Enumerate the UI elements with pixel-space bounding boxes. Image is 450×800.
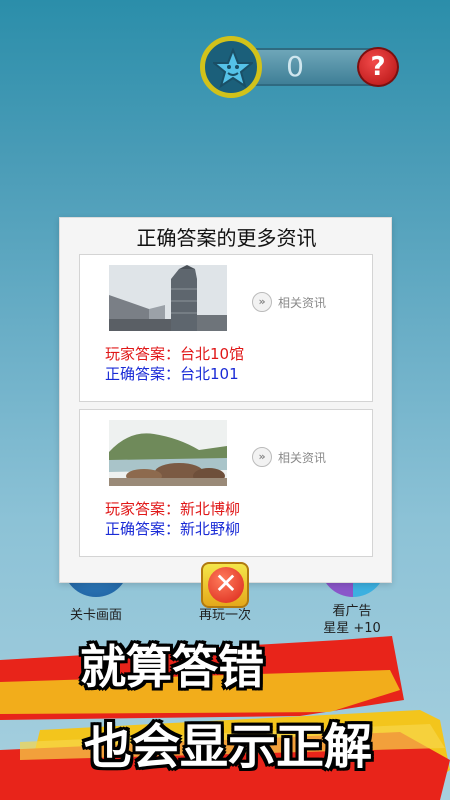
close-icon: ✕ (208, 567, 244, 603)
star-icon (213, 48, 253, 88)
star-count: 0 (286, 50, 304, 83)
double-chevron-icon: » (252, 292, 272, 312)
correct-answer: 正确答案：台北101 (105, 365, 239, 383)
answer-card: » 相关资讯 玩家答案：新北博柳 正确答案：新北野柳 (79, 409, 373, 557)
double-chevron-icon: » (252, 447, 272, 467)
related-info-link[interactable]: » 相关资讯 (252, 447, 326, 467)
help-button[interactable]: ? (357, 47, 399, 87)
promo-line-1: 就算答错 (80, 640, 264, 694)
player-answer: 玩家答案：新北博柳 (105, 500, 241, 518)
answer-info-dialog: 正确答案的更多资讯 » 相关资讯 玩家答案：台北10馆 正确答案：台北101 »… (59, 217, 392, 583)
related-info-link[interactable]: » 相关资讯 (252, 292, 326, 312)
promo-line-2: 也会显示正解 (84, 719, 373, 775)
star-badge (200, 36, 262, 98)
taipei-101-image (109, 265, 227, 331)
close-dialog-button[interactable]: ✕ (201, 562, 249, 608)
coastal-rocks-image (109, 420, 227, 486)
answer-card: » 相关资讯 玩家答案：台北10馆 正确答案：台北101 (79, 254, 373, 402)
dialog-title: 正确答案的更多资讯 (136, 226, 317, 250)
correct-answer: 正确答案：新北野柳 (105, 520, 241, 538)
player-answer: 玩家答案：台北10馆 (105, 345, 245, 363)
